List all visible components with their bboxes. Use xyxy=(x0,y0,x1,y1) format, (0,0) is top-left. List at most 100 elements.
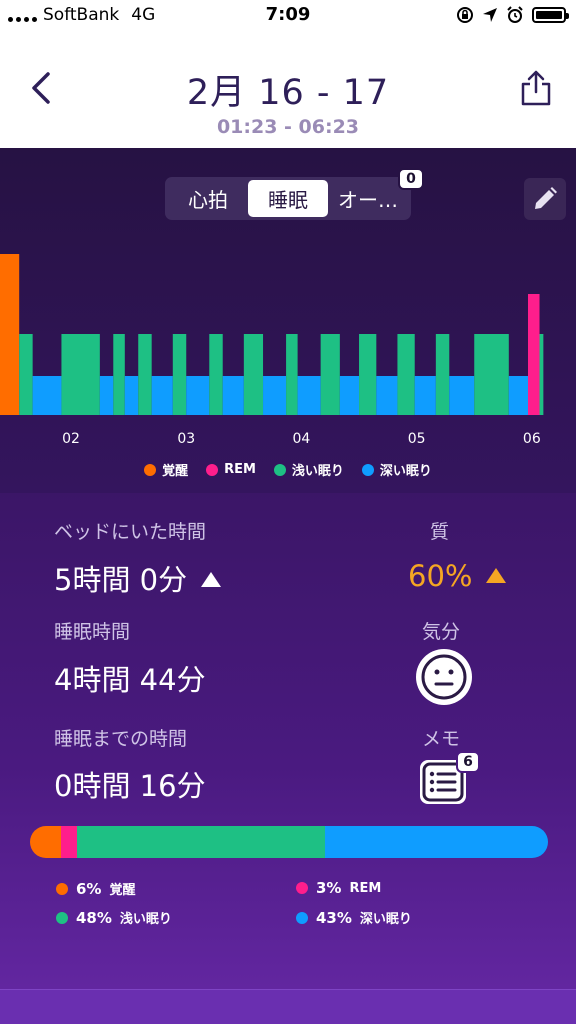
sleep-bar-deep xyxy=(151,376,173,415)
time-in-bed-value: 5時間 0分 xyxy=(54,557,222,599)
breakdown-dot-awake xyxy=(56,882,68,895)
x-tick-label: 06 xyxy=(522,431,541,447)
tab-heart-rate[interactable]: 心拍 xyxy=(168,180,248,217)
breakdown-awake: 6% 覚醒 xyxy=(56,879,135,898)
tab-other[interactable]: オー… xyxy=(328,180,408,217)
edit-button[interactable] xyxy=(524,178,566,220)
header: 2月 16 - 17 01:23 - 06:23 xyxy=(0,34,576,148)
chart-legend: 覚醒 REM 浅い眠り 深い眠り xyxy=(0,460,576,479)
time-to-sleep-label: 睡眠までの時間 xyxy=(54,728,188,750)
legend-dot-rem xyxy=(206,463,219,476)
sleep-bar-light xyxy=(286,334,298,415)
stats-section: ベッドにいた時間 5時間 0分 質 60% 睡眠時間 4時間 44分 気分 睡眠… xyxy=(0,493,576,989)
x-tick-label: 03 xyxy=(177,431,196,447)
x-tick-label: 05 xyxy=(407,431,426,447)
legend-item-deep: 深い眠り xyxy=(361,460,432,479)
ratio-segment-awake xyxy=(30,826,62,858)
breakdown-pct: 6% xyxy=(76,879,102,898)
sleep-bar-deep xyxy=(99,376,114,415)
sleep-bar-light xyxy=(474,334,509,415)
status-right xyxy=(456,6,569,24)
legend-dot-deep xyxy=(361,463,374,476)
sleep-bar-light xyxy=(19,334,33,415)
legend-dot-light xyxy=(273,463,286,476)
breakdown-rem: 3% REM xyxy=(296,879,381,897)
quality-label: 質 xyxy=(430,521,450,543)
sleep-bar-light xyxy=(243,334,264,415)
sleep-bar-deep xyxy=(263,376,287,415)
view-segmented-control: 心拍 睡眠 オー… xyxy=(165,177,411,220)
neutral-face-icon[interactable] xyxy=(416,649,472,705)
sleep-bar-rem xyxy=(528,294,540,415)
breakdown-dot-rem xyxy=(296,882,308,894)
sleep-bar-light xyxy=(172,334,187,415)
trend-up-icon xyxy=(201,571,222,587)
time-in-bed-label: ベッドにいた時間 xyxy=(54,521,207,543)
quality-text: 60% xyxy=(408,559,473,593)
breakdown-pct: 43% xyxy=(316,908,352,927)
breakdown-pct: 48% xyxy=(76,908,112,927)
alarm-icon xyxy=(507,6,523,23)
sleep-bar-deep xyxy=(339,376,360,415)
sleep-bar-light xyxy=(435,334,450,415)
x-tick-label: 02 xyxy=(62,431,80,447)
chart-section: 心拍 睡眠 オー… 0 02 03 04 05 06 覚醒 REM 浅い眠り 深い眠り xyxy=(0,148,576,493)
legend-item-light: 浅い眠り xyxy=(273,460,344,479)
sleep-bar-deep xyxy=(449,376,475,415)
sleep-time-label: 睡眠時間 xyxy=(54,621,131,643)
breakdown-label: 深い眠り xyxy=(359,912,412,927)
breakdown-dot-light xyxy=(56,911,68,924)
sleep-bar-light xyxy=(397,334,415,415)
sleep-time-value: 4時間 44分 xyxy=(54,663,206,697)
legend-label: 覚醒 xyxy=(162,464,189,479)
trend-up-icon xyxy=(486,567,507,583)
time-range: 01:23 - 06:23 xyxy=(216,116,360,138)
ratio-segment-deep xyxy=(325,826,548,858)
sleep-bar-light xyxy=(320,334,340,415)
bottom-strip xyxy=(0,989,576,1024)
sleep-bar-deep xyxy=(376,376,398,415)
legend-item-rem: REM xyxy=(206,460,256,479)
stage-ratio-bar xyxy=(30,826,548,858)
sleep-bar-light xyxy=(61,334,100,415)
memo-label: メモ xyxy=(422,728,461,750)
tab-sleep[interactable]: 睡眠 xyxy=(248,180,328,217)
sleep-bar-deep xyxy=(414,376,436,415)
sleep-bar-deep xyxy=(186,376,210,415)
legend-dot-awake xyxy=(144,463,157,476)
tab-count-badge: 0 xyxy=(398,168,424,190)
sleep-bar-awake xyxy=(0,254,20,415)
breakdown-dot-deep xyxy=(296,911,308,924)
time-in-bed-text: 5時間 0分 xyxy=(54,563,188,597)
status-bar: SoftBank 4G 7:09 xyxy=(0,0,576,34)
memo-count-badge: 6 xyxy=(456,751,480,773)
sleep-bar-light xyxy=(138,334,152,415)
legend-label: REM xyxy=(224,462,256,477)
ratio-segment-light xyxy=(76,826,326,858)
sleep-bar-light xyxy=(359,334,377,415)
battery-icon xyxy=(532,7,569,23)
time-to-sleep-value: 0時間 16分 xyxy=(54,769,206,803)
legend-label: 浅い眠り xyxy=(291,464,344,479)
sleep-bar-deep xyxy=(508,376,528,415)
breakdown-label: REM xyxy=(349,880,382,896)
sleep-bar-deep xyxy=(124,376,139,415)
legend-label: 深い眠り xyxy=(379,464,432,479)
neutral-face-glyph xyxy=(421,654,467,700)
breakdown-pct: 3% xyxy=(316,879,342,897)
sleep-bar-light xyxy=(113,334,125,415)
sleep-bar-deep xyxy=(222,376,244,415)
share-icon[interactable] xyxy=(518,68,554,108)
x-tick-label: 04 xyxy=(292,431,311,447)
mood-label: 気分 xyxy=(422,621,461,643)
legend-item-awake: 覚醒 xyxy=(144,460,188,479)
quality-value: 60% xyxy=(408,559,507,593)
breakdown-label: 浅い眠り xyxy=(119,912,172,927)
page-title: 2月 16 - 17 xyxy=(186,73,390,113)
sleep-bar-light xyxy=(209,334,223,415)
sleep-bar-deep xyxy=(297,376,321,415)
breakdown-deep: 43% 深い眠り xyxy=(296,908,412,927)
ratio-segment-rem xyxy=(61,826,77,858)
sleep-bar-deep xyxy=(32,376,62,415)
pencil-icon xyxy=(535,187,557,209)
